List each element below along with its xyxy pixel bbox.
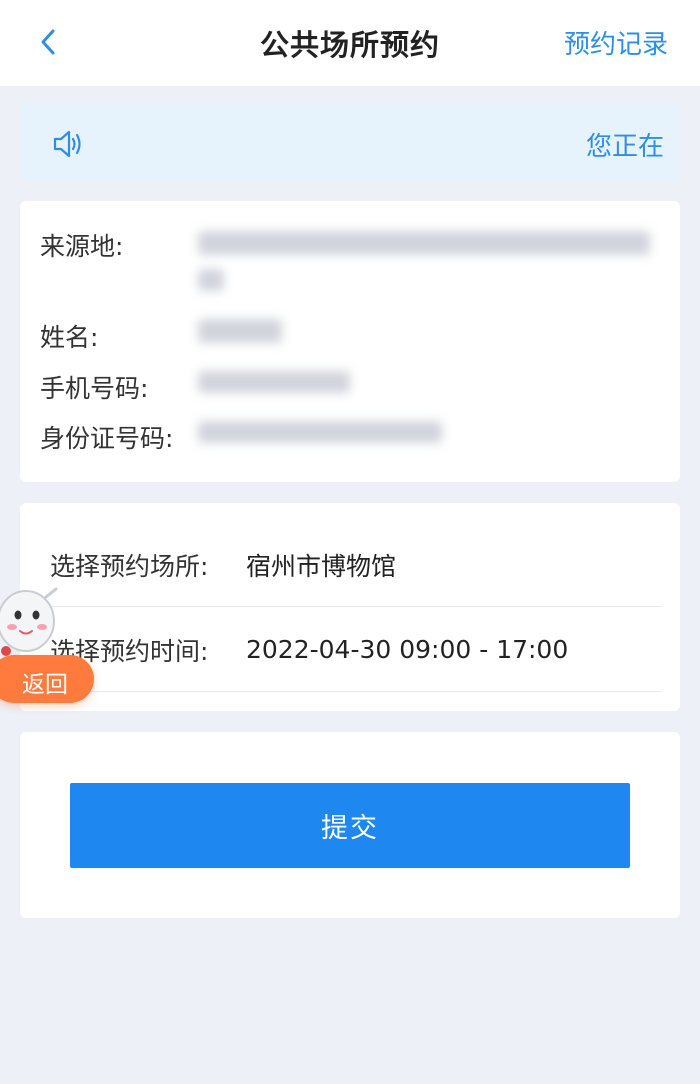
back-pill-label: 返回 bbox=[22, 672, 68, 698]
speaker-icon bbox=[53, 130, 81, 158]
mascot-icon bbox=[0, 587, 58, 656]
personal-info-card: 来源地: 姓名: 手机号码: 身份证号码: bbox=[20, 201, 680, 482]
origin-label: 来源地: bbox=[40, 232, 124, 261]
origin-value-redacted bbox=[198, 231, 650, 255]
booking-records-link[interactable]: 预约记录 bbox=[564, 24, 668, 61]
time-select-row[interactable]: 选择预约时间: 2022-04-30 09:00 - 17:00 bbox=[50, 607, 662, 692]
place-value: 宿州市博物馆 bbox=[246, 551, 397, 581]
phone-label: 手机号码: bbox=[40, 374, 149, 403]
row-divider bbox=[50, 691, 662, 692]
id-value-redacted bbox=[198, 421, 442, 443]
place-label: 选择预约场所: bbox=[50, 551, 209, 581]
name-value-redacted bbox=[198, 319, 282, 343]
notice-bar: 您正在 bbox=[20, 104, 680, 181]
name-label: 姓名: bbox=[40, 323, 99, 352]
origin-value-redacted-line2 bbox=[198, 269, 224, 291]
floating-back-button[interactable]: 返回 bbox=[0, 585, 96, 707]
id-label: 身份证号码: bbox=[40, 424, 174, 453]
submit-card: 提交 bbox=[20, 732, 680, 918]
top-bar: 公共场所预约 预约记录 bbox=[0, 0, 700, 86]
submit-button[interactable]: 提交 bbox=[70, 783, 630, 868]
place-select-row[interactable]: 选择预约场所: 宿州市博物馆 bbox=[50, 522, 662, 607]
time-value: 2022-04-30 09:00 - 17:00 bbox=[246, 635, 569, 664]
notice-scroll-text: 您正在 bbox=[586, 132, 665, 162]
booking-selection-card: 选择预约场所: 宿州市博物馆 选择预约时间: 2022-04-30 09:00 … bbox=[20, 503, 680, 711]
phone-value-redacted bbox=[198, 371, 350, 393]
